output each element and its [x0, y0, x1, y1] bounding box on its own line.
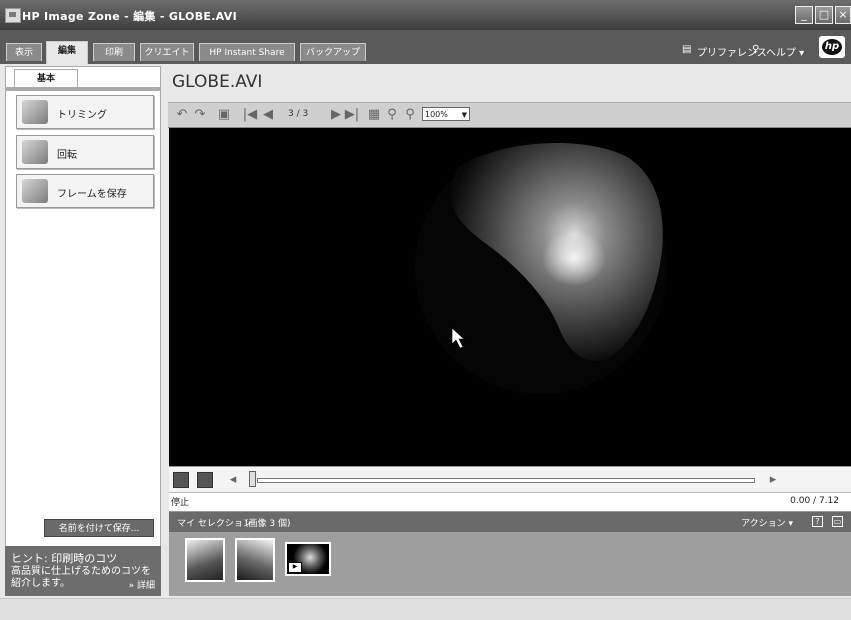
main-tab-bar: 表示 編集 印刷 クリエイト HP Instant Share バックアップ ▤…	[0, 30, 851, 64]
selection-tray: ▶	[169, 532, 851, 596]
help-box-icon[interactable]: ?	[812, 516, 823, 527]
tab-view[interactable]: 表示	[6, 43, 42, 61]
step-forward-icon[interactable]: ▸	[765, 472, 781, 488]
stop-button[interactable]	[197, 472, 213, 488]
rotate-label: 回転	[57, 150, 77, 161]
save-frame-icon	[22, 179, 48, 203]
footer-bar	[0, 598, 851, 620]
rotate-icon	[22, 140, 48, 164]
zoom-in-icon[interactable]: ⚲	[402, 107, 418, 123]
globe-highlight	[542, 230, 606, 286]
actions-menu[interactable]: アクション ▾	[741, 516, 793, 529]
window-title: HP Image Zone - 編集 - GLOBE.AVI	[22, 10, 237, 23]
minimize-button[interactable]: _	[795, 6, 813, 24]
thumbnail-image-1[interactable]	[185, 538, 225, 582]
playback-slider-track[interactable]	[257, 478, 755, 483]
page-indicator: 3 / 3	[288, 109, 309, 119]
hint-panel: ヒント: 印刷時のコツ 高品質に仕上げるためのコツを紹介します。 » 詳細	[5, 546, 161, 596]
tab-basic[interactable]: 基本	[14, 69, 78, 88]
redo-icon[interactable]: ↷	[192, 107, 208, 123]
close-button[interactable]: ×	[835, 6, 851, 24]
selection-count: (画像 3 個)	[245, 519, 291, 529]
video-preview[interactable]	[169, 128, 851, 466]
save-frame-button[interactable]: フレームを保存	[16, 174, 154, 208]
first-frame-icon[interactable]: |◀	[242, 107, 258, 123]
previous-icon[interactable]: ◀	[260, 107, 276, 123]
playback-slider-thumb[interactable]	[249, 471, 256, 487]
preferences-icon[interactable]: ▤	[682, 44, 691, 55]
play-button[interactable]	[173, 472, 189, 488]
next-icon[interactable]: ▶	[328, 107, 344, 123]
help-menu[interactable]: ヘルプ ▾	[766, 44, 804, 59]
tab-backup[interactable]: バックアップ	[300, 43, 366, 61]
tab-print[interactable]: 印刷	[93, 43, 135, 61]
trim-label: トリミング	[57, 110, 107, 121]
help-icon[interactable]: ♀	[752, 44, 759, 55]
thumbnail-image-2[interactable]	[235, 538, 275, 582]
step-back-icon[interactable]: ◂	[225, 472, 241, 488]
panel-divider	[6, 87, 160, 91]
thumbnail-video[interactable]: ▶	[285, 542, 331, 576]
last-frame-icon[interactable]: ▶|	[344, 107, 360, 123]
selection-bar: マイ セレクション (画像 3 個) アクション ▾ ? ▭	[169, 512, 851, 532]
status-bar: 停止 0.00 / 7.12	[169, 492, 851, 512]
video-badge-icon: ▶	[288, 562, 302, 573]
view-toolbar: ↶ ↷ ▣ |◀ ◀ 3 / 3 ▶ ▶| ▦ ⚲ ⚲ 100%	[168, 102, 851, 128]
hp-logo: hp	[819, 36, 845, 58]
status-text: 停止	[171, 498, 190, 508]
playback-controls: ◂ ▸	[169, 466, 851, 493]
edit-tools-panel: 基本 トリミング 回転 フレームを保存 名前を付けて保存...	[5, 66, 161, 596]
tab-create[interactable]: クリエイト	[140, 43, 194, 61]
collapse-icon[interactable]: ▭	[832, 516, 843, 527]
app-icon	[5, 8, 21, 23]
undo-icon[interactable]: ↶	[174, 107, 190, 123]
zoom-select[interactable]: 100%	[422, 107, 470, 122]
trim-button[interactable]: トリミング	[16, 95, 154, 129]
grid-icon[interactable]: ▦	[366, 107, 382, 123]
tab-instant-share[interactable]: HP Instant Share	[199, 43, 295, 61]
selection-title: マイ セレクション	[177, 519, 252, 529]
file-name-title: GLOBE.AVI	[172, 72, 263, 92]
rotate-button[interactable]: 回転	[16, 135, 154, 169]
globe-frame	[415, 142, 667, 394]
time-readout: 0.00 / 7.12	[790, 496, 839, 506]
hint-title: ヒント: 印刷時のコツ	[11, 552, 118, 565]
save-as-button[interactable]: 名前を付けて保存...	[44, 519, 154, 537]
maximize-button[interactable]: □	[815, 6, 833, 24]
window-titlebar: HP Image Zone - 編集 - GLOBE.AVI _ □ ×	[0, 0, 851, 30]
save-frame-label: フレームを保存	[57, 189, 127, 200]
zoom-out-icon[interactable]: ⚲	[384, 107, 400, 123]
tab-edit[interactable]: 編集	[46, 41, 88, 64]
trim-icon	[22, 100, 48, 124]
hint-more-link[interactable]: » 詳細	[129, 578, 155, 591]
fit-icon[interactable]: ▣	[216, 107, 232, 123]
